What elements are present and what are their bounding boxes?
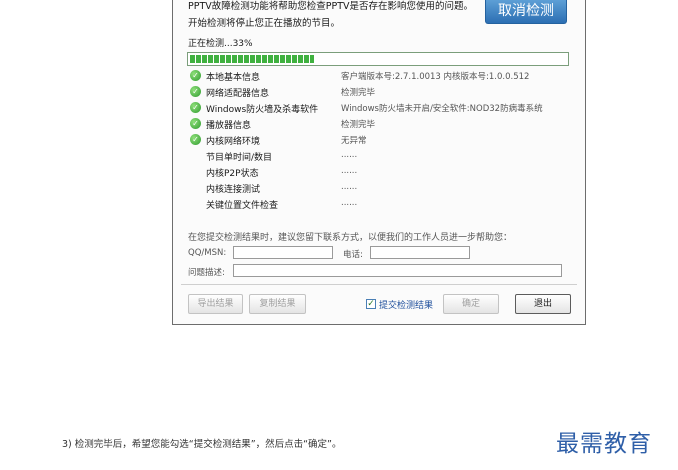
qq-msn-label: QQ/MSN: [188,248,227,258]
check-item-status: 无异常 [341,136,367,146]
check-done-icon: ✓ [190,134,201,145]
check-item-label: 播放器信息 [206,121,252,131]
check-item-status: ...... [341,182,358,192]
problem-description-input[interactable] [233,264,562,277]
instruction-caption: 3) 检测完毕后，希望您能勾选“提交检测结果”，然后点击“确定”。 [62,439,342,450]
check-item-status: 客户端版本号:2.7.1.0013 内核版本号:1.0.0.512 [341,72,530,82]
phone-label: 电话: [343,250,363,260]
check-item-status: ...... [341,166,358,176]
check-item-label: 节目单时间/数目 [206,153,273,163]
pptv-diagnostic-dialog: PPTV故障检测功能将帮助您检查PPTV是否存在影响您使用的问题。 开始检测将停… [172,0,586,325]
feedback-note: 在您提交检测结果时，建议您留下联系方式，以便我们的工作人员进一步帮助您： [188,233,513,243]
problem-description-label: 问题描述: [188,268,225,278]
footer-divider [181,284,577,285]
submit-results-label[interactable]: 提交检测结果 [379,298,433,311]
qq-msn-input[interactable] [233,246,333,259]
copy-results-button[interactable]: 复制结果 [249,294,306,314]
check-item-label: 内核P2P状态 [206,169,259,179]
checkbox-checked-icon[interactable]: ✓ [366,299,376,309]
check-item-label: 关键位置文件检查 [206,201,279,211]
exit-button[interactable]: 退出 [515,294,571,314]
watermark-logo: 最需教育 [556,431,652,457]
check-done-icon: ✓ [190,102,201,113]
check-item-label: 本地基本信息 [206,73,261,83]
check-item-label: 内核连接测试 [206,185,261,195]
check-item-label: 网络适配器信息 [206,89,270,99]
progress-bar [187,52,569,66]
check-item-label: Windows防火墙及杀毒软件 [206,105,319,115]
progress-status-text: 正在检测...33% [188,39,253,49]
progress-bar-fill [190,55,315,63]
intro-warning: 开始检测将停止您正在播放的节目。 [188,18,341,29]
check-item-status: Windows防火墙未开启/安全软件:NOD32防病毒系统 [341,104,543,114]
check-done-icon: ✓ [190,86,201,97]
ok-button[interactable]: 确定 [443,294,499,314]
intro-text: PPTV故障检测功能将帮助您检查PPTV是否存在影响您使用的问题。 [188,1,474,12]
check-item-status: 检测完毕 [341,120,376,130]
check-item-status: ...... [341,198,358,208]
check-item-status: 检测完毕 [341,88,376,98]
check-item-label: 内核网络环境 [206,137,261,147]
check-item-status: ...... [341,150,358,160]
export-results-button[interactable]: 导出结果 [188,294,243,314]
check-done-icon: ✓ [190,70,201,81]
check-done-icon: ✓ [190,118,201,129]
phone-input[interactable] [370,246,470,259]
cancel-detection-button[interactable]: 取消检测 [485,0,567,24]
